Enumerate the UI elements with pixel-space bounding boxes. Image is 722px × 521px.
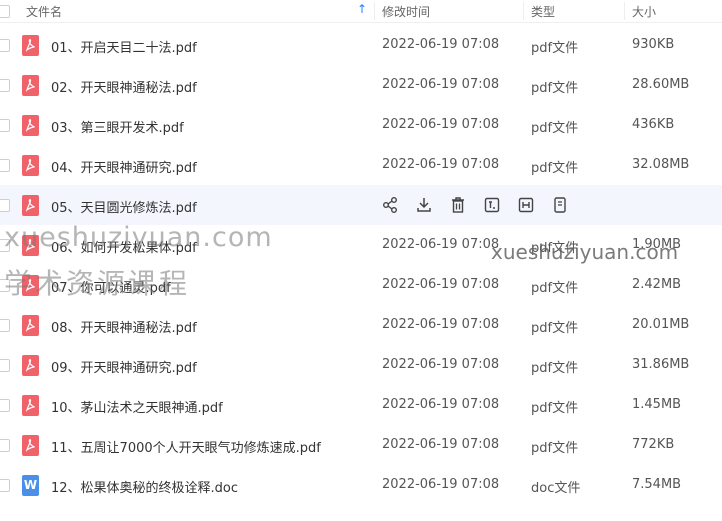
- pdf-file-icon: [22, 355, 39, 376]
- share-icon[interactable]: [380, 195, 400, 215]
- pdf-file-icon: [22, 35, 39, 56]
- file-modified-time: 2022-06-19 07:08: [382, 157, 500, 172]
- file-size: 930KB: [632, 37, 675, 52]
- pdf-file-icon: [22, 395, 39, 416]
- file-name[interactable]: 12、松果体奥秘的终极诠释.doc: [51, 477, 238, 496]
- file-type: pdf文件: [531, 281, 579, 296]
- file-row[interactable]: 02、开天眼神通秘法.pdf 2022-06-19 07:08 pdf文件 28.60…: [0, 65, 722, 105]
- file-modified-time: 2022-06-19 07:08: [382, 477, 500, 492]
- file-name[interactable]: 10、茅山法术之天眼神通.pdf: [51, 397, 223, 416]
- file-size: 7.54MB: [632, 477, 682, 492]
- file-type: pdf文件: [531, 81, 579, 96]
- file-modified-time: 2022-06-19 07:08: [382, 37, 500, 52]
- file-row[interactable]: 08、开天眼神通秘法.pdf 2022-06-19 07:08 pdf文件 20.01…: [0, 305, 722, 345]
- file-name[interactable]: 05、天目圆光修炼法.pdf: [51, 197, 197, 216]
- file-modified-time: 2022-06-19 07:08: [382, 317, 500, 332]
- file-type: pdf文件: [531, 121, 579, 136]
- file-type: pdf文件: [531, 161, 579, 176]
- file-name[interactable]: 08、开天眼神通秘法.pdf: [51, 317, 197, 336]
- download-icon[interactable]: [414, 195, 434, 215]
- row-checkbox[interactable]: [0, 359, 10, 372]
- file-list-header: 文件名 ↑ 修改时间 类型 大小: [0, 0, 722, 23]
- row-checkbox[interactable]: [0, 159, 10, 172]
- word-file-icon: W: [22, 475, 39, 496]
- row-checkbox[interactable]: [0, 399, 10, 412]
- file-row[interactable]: W 12、松果体奥秘的终极诠释.doc 2022-06-19 07:08 doc文件 7…: [0, 465, 722, 505]
- column-divider[interactable]: [523, 2, 524, 20]
- column-divider[interactable]: [374, 2, 375, 20]
- file-row[interactable]: 10、茅山法术之天眼神通.pdf 2022-06-19 07:08 pdf文件 1.4…: [0, 385, 722, 425]
- file-row[interactable]: 04、开天眼神通研究.pdf 2022-06-19 07:08 pdf文件 32.08…: [0, 145, 722, 185]
- select-all-checkbox[interactable]: [0, 5, 10, 18]
- column-header-name[interactable]: 文件名: [26, 3, 62, 20]
- rename-icon[interactable]: [482, 195, 502, 215]
- file-modified-time: 2022-06-19 07:08: [382, 277, 500, 292]
- file-size: 2.42MB: [632, 277, 682, 292]
- file-row[interactable]: 05、天目圆光修炼法.pdf: [0, 185, 722, 225]
- file-modified-time: 2022-06-19 07:08: [382, 77, 500, 92]
- watermark-url-left: xueshuziyuan.com: [4, 222, 273, 253]
- file-name[interactable]: 04、开天眼神通研究.pdf: [51, 157, 197, 176]
- column-header-modified[interactable]: 修改时间: [382, 3, 430, 20]
- file-size: 32.08MB: [632, 157, 690, 172]
- file-type: pdf文件: [531, 441, 579, 456]
- pdf-file-icon: [22, 195, 39, 216]
- file-modified-time: 2022-06-19 07:08: [382, 437, 500, 452]
- file-name[interactable]: 01、开启天目二十法.pdf: [51, 37, 197, 56]
- watermark-url-right: xueshuziyuan.com: [491, 240, 679, 264]
- column-divider[interactable]: [624, 2, 625, 20]
- column-header-size[interactable]: 大小: [632, 3, 656, 20]
- file-size: 28.60MB: [632, 77, 690, 92]
- file-size: 20.01MB: [632, 317, 690, 332]
- watermark-text-left: 学术资源课程: [4, 267, 191, 300]
- file-type: pdf文件: [531, 401, 579, 416]
- delete-icon[interactable]: [448, 195, 468, 215]
- column-header-type[interactable]: 类型: [531, 3, 555, 20]
- pdf-file-icon: [22, 155, 39, 176]
- file-row[interactable]: 11、五周让7000个人开天眼气功修炼速成.pdf 2022-06-19 07:0…: [0, 425, 722, 465]
- file-type: pdf文件: [531, 361, 579, 376]
- move-icon[interactable]: [516, 195, 536, 215]
- row-checkbox[interactable]: [0, 119, 10, 132]
- pdf-file-icon: [22, 115, 39, 136]
- pdf-file-icon: [22, 75, 39, 96]
- row-checkbox[interactable]: [0, 199, 10, 212]
- pdf-file-icon: [22, 435, 39, 456]
- file-name[interactable]: 09、开天眼神通研究.pdf: [51, 357, 197, 376]
- file-type: pdf文件: [531, 41, 579, 56]
- file-name[interactable]: 11、五周让7000个人开天眼气功修炼速成.pdf: [51, 437, 321, 456]
- file-size: 772KB: [632, 437, 675, 452]
- file-size: 1.45MB: [632, 397, 682, 412]
- file-row[interactable]: 01、开启天目二十法.pdf 2022-06-19 07:08 pdf文件 930KB: [0, 25, 722, 65]
- file-type: pdf文件: [531, 321, 579, 336]
- file-name[interactable]: 03、第三眼开发术.pdf: [51, 117, 184, 136]
- sort-ascending-icon[interactable]: ↑: [357, 2, 367, 16]
- file-modified-time: 2022-06-19 07:08: [382, 237, 500, 252]
- file-size: 436KB: [632, 117, 675, 132]
- file-row[interactable]: 03、第三眼开发术.pdf 2022-06-19 07:08 pdf文件 436KB: [0, 105, 722, 145]
- file-modified-time: 2022-06-19 07:08: [382, 117, 500, 132]
- copy-icon[interactable]: [550, 195, 570, 215]
- file-modified-time: 2022-06-19 07:08: [382, 357, 500, 372]
- row-checkbox[interactable]: [0, 39, 10, 52]
- file-size: 31.86MB: [632, 357, 690, 372]
- file-row[interactable]: 09、开天眼神通研究.pdf 2022-06-19 07:08 pdf文件 31.86…: [0, 345, 722, 385]
- row-checkbox[interactable]: [0, 439, 10, 452]
- row-checkbox[interactable]: [0, 479, 10, 492]
- file-type: doc文件: [531, 481, 581, 496]
- row-checkbox[interactable]: [0, 79, 10, 92]
- file-name[interactable]: 02、开天眼神通秘法.pdf: [51, 77, 197, 96]
- row-checkbox[interactable]: [0, 319, 10, 332]
- file-modified-time: 2022-06-19 07:08: [382, 397, 500, 412]
- pdf-file-icon: [22, 315, 39, 336]
